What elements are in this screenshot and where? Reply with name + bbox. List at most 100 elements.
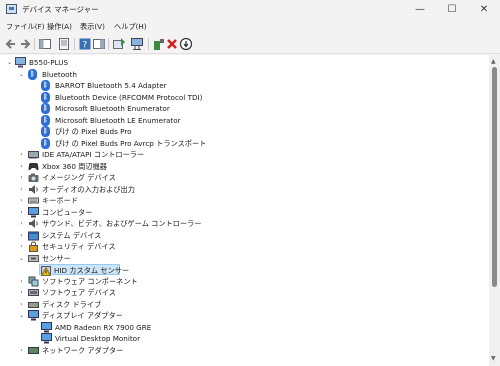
display-adapter-icon bbox=[41, 321, 52, 333]
add-driver-icon[interactable] bbox=[152, 37, 166, 51]
expand-chevron-icon[interactable]: › bbox=[18, 287, 25, 298]
disable-device-icon[interactable] bbox=[179, 37, 193, 51]
action-pane-icon[interactable] bbox=[92, 37, 106, 51]
menu-action[interactable]: 操作(A) bbox=[47, 22, 72, 32]
svg-text:?: ? bbox=[83, 41, 88, 51]
expand-chevron-icon[interactable]: › bbox=[18, 172, 25, 183]
device-item[interactable]: ᛒ BARROT Bluetooth 5.4 Adapter bbox=[0, 80, 489, 92]
menu-file[interactable]: ファイル(F) bbox=[6, 22, 45, 32]
device-item-selected[interactable]: HID カスタム センサー bbox=[39, 263, 129, 276]
category-label: キーボード bbox=[42, 196, 78, 205]
category-label: セキュリティ デバイス bbox=[42, 242, 116, 251]
device-item[interactable]: ᛒ ぴけ の Pixel Buds Pro Avrcp トランスポート bbox=[0, 137, 489, 150]
close-button[interactable]: ✕ bbox=[468, 0, 500, 20]
category-software-devices[interactable]: › ソフトウェア デバイス bbox=[0, 287, 489, 299]
category-label: IDE ATA/ATAPI コントローラー bbox=[42, 150, 145, 159]
category-sound-video-game[interactable]: › サウンド、ビデオ、およびゲーム コントローラー bbox=[0, 218, 489, 230]
collapse-chevron-icon[interactable]: ⌄ bbox=[18, 310, 25, 321]
software-device-icon bbox=[28, 287, 39, 298]
help-icon[interactable]: ? bbox=[78, 37, 92, 51]
tree-root-label: B550-PLUS bbox=[29, 58, 69, 67]
camera-icon bbox=[28, 172, 39, 183]
expand-chevron-icon[interactable]: › bbox=[18, 195, 25, 206]
bluetooth-icon: ᛒ bbox=[41, 114, 50, 126]
category-software-components[interactable]: › ソフトウェア コンポーネント bbox=[0, 276, 489, 288]
expand-chevron-icon[interactable]: › bbox=[18, 276, 25, 287]
properties-icon[interactable] bbox=[57, 37, 71, 51]
expand-chevron-icon[interactable]: › bbox=[18, 207, 25, 218]
ide-controller-icon bbox=[28, 149, 39, 160]
device-item[interactable]: AMD Radeon RX 7900 GRE bbox=[0, 321, 489, 334]
category-computer[interactable]: › コンピューター bbox=[0, 206, 489, 219]
vertical-scrollbar[interactable]: ▲ ▼ bbox=[489, 55, 500, 366]
menu-view[interactable]: 表示(V) bbox=[80, 22, 105, 32]
category-sensors[interactable]: ⌄ センサー bbox=[0, 253, 489, 265]
minimize-button[interactable]: — bbox=[404, 0, 436, 20]
expand-chevron-icon[interactable]: › bbox=[18, 161, 25, 172]
category-label: センサー bbox=[42, 253, 71, 263]
scroll-down-arrow-icon[interactable]: ▼ bbox=[491, 355, 496, 362]
toolbar: ? bbox=[0, 34, 500, 54]
update-driver-icon[interactable] bbox=[112, 37, 126, 51]
device-item[interactable]: ᛒ Microsoft Bluetooth Enumerator bbox=[0, 103, 489, 115]
tree-root[interactable]: ⌄ B550-PLUS bbox=[0, 57, 489, 69]
scan-hardware-icon[interactable] bbox=[130, 37, 144, 51]
bluetooth-icon: ᛒ bbox=[41, 91, 50, 103]
forward-arrow-icon[interactable] bbox=[18, 37, 32, 51]
category-keyboard[interactable]: › キーボード bbox=[0, 195, 489, 207]
device-label: Bluetooth Device (RFCOMM Protocol TDI) bbox=[55, 92, 203, 102]
toolbar-separator bbox=[148, 38, 149, 50]
device-item[interactable]: ᛒ ぴけ の Pixel Buds Pro bbox=[0, 126, 489, 138]
category-audio-io[interactable]: › オーディオの入力および出力 bbox=[0, 184, 489, 196]
category-disk-drives[interactable]: › ディスク ドライブ bbox=[0, 299, 489, 311]
collapse-chevron-icon[interactable]: ⌄ bbox=[18, 69, 25, 80]
category-xbox360[interactable]: › Xbox 360 周辺機器 bbox=[0, 161, 489, 173]
device-label: ぴけ の Pixel Buds Pro Avrcp トランスポート bbox=[55, 138, 207, 148]
device-label: Virtual Desktop Monitor bbox=[55, 334, 141, 343]
category-ide-ata[interactable]: › IDE ATA/ATAPI コントローラー bbox=[0, 149, 489, 161]
uninstall-device-icon[interactable] bbox=[165, 37, 179, 51]
speaker-icon bbox=[28, 184, 39, 195]
category-network-adapters[interactable]: › ネットワーク アダプター bbox=[0, 345, 489, 357]
category-label: ネットワーク アダプター bbox=[42, 346, 124, 355]
category-bluetooth[interactable]: ⌄ ᛒ Bluetooth bbox=[0, 68, 489, 81]
show-hide-console-tree-icon[interactable] bbox=[38, 37, 52, 51]
security-key-icon bbox=[28, 241, 39, 252]
expand-chevron-icon[interactable]: › bbox=[18, 241, 25, 252]
expand-chevron-icon[interactable]: › bbox=[18, 299, 25, 310]
toolbar-separator bbox=[74, 38, 75, 50]
device-label: HID カスタム センサー bbox=[54, 265, 130, 275]
collapse-chevron-icon[interactable]: ⌄ bbox=[18, 253, 25, 264]
expand-chevron-icon[interactable]: › bbox=[18, 184, 25, 195]
scrollbar-thumb[interactable] bbox=[492, 67, 497, 287]
device-item[interactable]: ᛒ Microsoft Bluetooth LE Enumerator bbox=[0, 114, 489, 127]
device-label: BARROT Bluetooth 5.4 Adapter bbox=[55, 81, 167, 90]
expand-chevron-icon[interactable]: › bbox=[18, 218, 25, 229]
maximize-button[interactable]: ☐ bbox=[436, 0, 468, 20]
display-adapter-icon bbox=[41, 333, 52, 344]
expand-chevron-icon[interactable]: › bbox=[18, 149, 25, 160]
device-label: Microsoft Bluetooth LE Enumerator bbox=[55, 115, 181, 125]
category-display-adapters[interactable]: ⌄ ディスプレイ アダプター bbox=[0, 310, 489, 322]
device-label: ぴけ の Pixel Buds Pro bbox=[55, 127, 132, 136]
category-system-devices[interactable]: › システム デバイス bbox=[0, 230, 489, 242]
category-label: ディスク ドライブ bbox=[42, 299, 102, 309]
keyboard-icon bbox=[28, 195, 39, 206]
collapse-chevron-icon[interactable]: ⌄ bbox=[6, 57, 13, 68]
back-arrow-icon[interactable] bbox=[4, 37, 18, 51]
monitor-icon bbox=[28, 206, 39, 218]
expand-chevron-icon[interactable]: › bbox=[18, 230, 25, 241]
device-manager-app-icon bbox=[6, 4, 17, 14]
expand-chevron-icon[interactable]: › bbox=[18, 345, 25, 356]
category-security[interactable]: › セキュリティ デバイス bbox=[0, 241, 489, 253]
sound-card-icon bbox=[28, 218, 39, 229]
device-item[interactable]: ᛒ Bluetooth Device (RFCOMM Protocol TDI) bbox=[0, 91, 489, 104]
scroll-up-arrow-icon[interactable]: ▲ bbox=[491, 58, 496, 65]
menu-help[interactable]: ヘルプ(H) bbox=[114, 22, 147, 32]
system-folder-icon bbox=[28, 230, 39, 241]
device-item[interactable]: Virtual Desktop Monitor bbox=[0, 333, 489, 345]
category-label: ディスプレイ アダプター bbox=[42, 311, 123, 320]
device-label: AMD Radeon RX 7900 GRE bbox=[55, 322, 152, 332]
category-imaging[interactable]: › イメージング デバイス bbox=[0, 172, 489, 184]
software-component-icon bbox=[28, 276, 39, 287]
